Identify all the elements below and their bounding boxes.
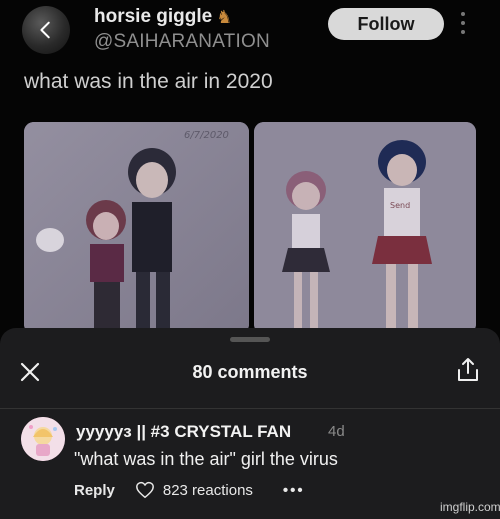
share-icon — [458, 358, 478, 381]
share-button[interactable] — [454, 356, 482, 384]
post-image-left[interactable]: 6/7/2020 — [24, 122, 249, 334]
image-caption: 6/7/2020 — [184, 130, 229, 141]
comments-sheet: 80 comments yyyyyɜ || #3 CRYSTAL FAN 4d … — [0, 328, 500, 519]
comment-timestamp: 4d — [328, 423, 345, 440]
post-text: what was in the air in 2020 — [24, 70, 273, 93]
comment-actions: Reply 823 reactions ••• — [74, 481, 305, 499]
author-name[interactable]: horsie giggle ♞ — [94, 6, 232, 28]
more-options-button[interactable]: ••• — [283, 482, 305, 499]
author-handle[interactable]: @SAIHARANATION — [94, 31, 270, 53]
shirt-text: Send — [390, 201, 410, 210]
back-button[interactable] — [22, 6, 70, 54]
comment-username[interactable]: yyyyyɜ || #3 CRYSTAL FAN — [76, 422, 291, 442]
avatar[interactable] — [21, 417, 65, 461]
post: horsie giggle ♞ @SAIHARANATION Follow wh… — [0, 0, 500, 340]
imgflip-watermark: imgflip.com — [440, 500, 500, 514]
drag-handle[interactable] — [230, 337, 270, 342]
reply-button[interactable]: Reply — [74, 482, 115, 499]
more-options-icon[interactable] — [456, 12, 470, 40]
post-image-right[interactable]: Send — [254, 122, 476, 334]
horse-icon: ♞ — [216, 6, 233, 27]
chevron-left-icon — [40, 21, 50, 39]
follow-button[interactable]: Follow — [328, 8, 444, 40]
comments-count-title: 80 comments — [192, 362, 308, 382]
reactions-count[interactable]: 823 reactions — [163, 482, 253, 499]
divider — [0, 408, 500, 409]
author-name-text: horsie giggle — [94, 6, 213, 27]
comment-text: "what was in the air" girl the virus — [74, 449, 338, 469]
heart-icon[interactable] — [135, 481, 155, 499]
